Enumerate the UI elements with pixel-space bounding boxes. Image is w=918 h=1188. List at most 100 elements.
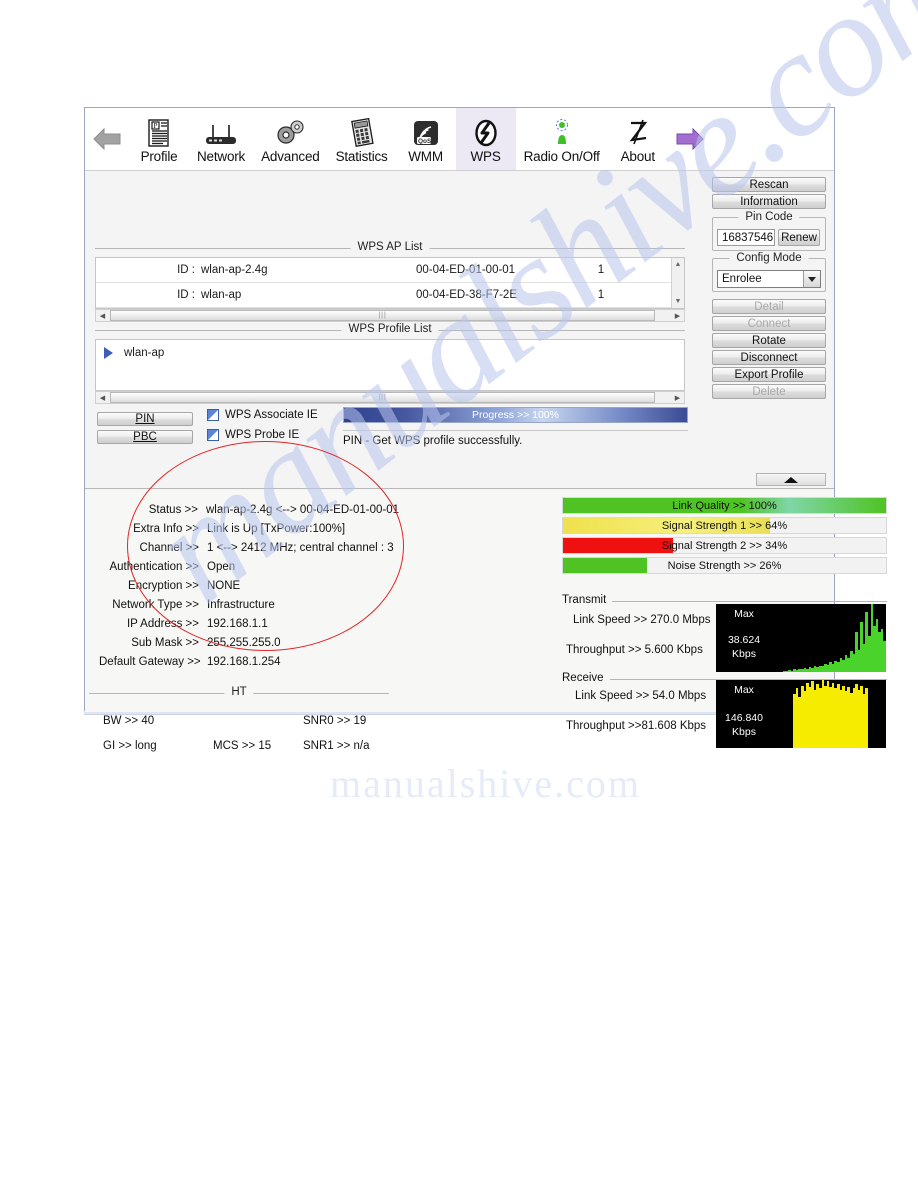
tab-about[interactable]: About xyxy=(608,108,668,170)
tab-advanced-label: Advanced xyxy=(261,148,320,164)
rescan-button[interactable]: Rescan xyxy=(712,177,826,192)
wps-profile-list[interactable]: wlan-ap xyxy=(95,339,685,391)
transmit-graph: Max 38.624 Kbps xyxy=(716,604,886,672)
signal-strength-2-label: Signal Strength 2 >> 34% xyxy=(661,539,788,552)
tab-statistics-label: Statistics xyxy=(335,148,388,164)
disconnect-button[interactable]: Disconnect xyxy=(712,350,826,365)
network-type-label: Network Type >> xyxy=(112,598,199,611)
tab-network[interactable]: Network xyxy=(189,108,253,170)
transmit-throughput: Throughput >> 5.600 Kbps xyxy=(566,644,703,656)
scroll-down-icon[interactable]: ▼ xyxy=(672,295,684,308)
tab-profile-label: Profile xyxy=(140,148,178,164)
svg-text:P: P xyxy=(154,122,158,130)
tab-radio-on-off[interactable]: Radio On/Off xyxy=(516,108,608,170)
authentication-value: Open xyxy=(207,560,236,573)
status-row: Network Type >> Infrastructure xyxy=(99,595,399,614)
scroll-track[interactable]: ||| xyxy=(109,310,671,321)
forward-button[interactable] xyxy=(668,108,712,170)
connect-button: Connect xyxy=(712,316,826,331)
scroll-thumb[interactable]: ||| xyxy=(110,392,656,403)
tab-advanced[interactable]: Advanced xyxy=(253,108,327,170)
scroll-right-icon[interactable]: ▶ xyxy=(671,394,684,402)
ap-ssid: wlan-ap-2.4g xyxy=(201,264,268,276)
signature-icon xyxy=(624,116,652,148)
receive-graph-unit: Kbps xyxy=(732,726,756,738)
page-body: WPS AP List ID : wlan-ap-2.4g 00-04-ED-0… xyxy=(85,171,887,752)
tab-profile[interactable]: P Profile xyxy=(129,108,189,170)
tab-network-label: Network xyxy=(197,148,246,164)
receive-bars xyxy=(770,680,886,748)
config-mode-groupbox: Config Mode Enrolee xyxy=(712,252,826,292)
export-profile-button[interactable]: Export Profile xyxy=(712,367,826,382)
table-row[interactable]: ID : wlan-ap-2.4g 00-04-ED-01-00-01 1 xyxy=(96,258,684,283)
ap-mac: 00-04-ED-38-F7-2E xyxy=(416,289,517,301)
ht-details: BW >> 40 SNR0 >> 19 GI >> long MCS >> 15… xyxy=(103,708,403,758)
sub-mask-value: 255.255.255.0 xyxy=(207,636,281,649)
detail-button: Detail xyxy=(712,299,826,314)
tab-wps[interactable]: WPS xyxy=(455,108,516,170)
information-button[interactable]: Information xyxy=(712,194,826,209)
transmit-graph-value: 38.624 xyxy=(727,634,761,646)
pin-code-input[interactable]: 16837546 xyxy=(717,229,775,246)
disconnect-label: Disconnect xyxy=(740,351,798,364)
sub-mask-label: Sub Mask >> xyxy=(131,636,199,649)
progress-label: Progress >> 100% xyxy=(472,409,559,421)
network-type-value: Infrastructure xyxy=(207,598,275,611)
ap-list-horizontal-scrollbar[interactable]: ◀ ||| ▶ xyxy=(95,309,685,322)
scroll-track[interactable]: ||| xyxy=(109,392,671,403)
profile-list-horizontal-scrollbar[interactable]: ◀ ||| ▶ xyxy=(95,391,685,404)
renew-label: Renew xyxy=(781,231,817,244)
receive-graph-max-label: Max xyxy=(734,684,754,696)
ap-list-vertical-scrollbar[interactable]: ▲ ▼ xyxy=(671,258,684,308)
tab-statistics[interactable]: Statistics xyxy=(328,108,396,170)
extra-info-value: Link is Up [TxPower:100%] xyxy=(207,522,346,535)
table-row[interactable]: ID : wlan-ap 00-04-ED-38-F7-2E 1 xyxy=(96,283,684,308)
scroll-thumb[interactable]: ||| xyxy=(110,310,656,321)
pin-button[interactable]: PIN xyxy=(97,412,193,426)
signal-strength-2-fill xyxy=(563,538,673,553)
connect-label: Connect xyxy=(747,317,791,330)
transmit-graph-max-label: Max xyxy=(734,608,754,620)
scroll-left-icon[interactable]: ◀ xyxy=(96,312,109,320)
ip-address-label: IP Address >> xyxy=(126,617,199,630)
signal-strength-1-meter: Signal Strength 1 >> 64% xyxy=(562,517,887,534)
wps-panel: WPS AP List ID : wlan-ap-2.4g 00-04-ED-0… xyxy=(85,171,834,489)
noise-strength-fill xyxy=(563,558,647,573)
profile-list-title: WPS Profile List xyxy=(341,323,439,335)
renew-button[interactable]: Renew xyxy=(778,229,820,246)
tab-wmm[interactable]: QoS WMM xyxy=(396,108,456,170)
receive-link-speed: Link Speed >> 54.0 Mbps xyxy=(575,690,707,702)
qos-icon: QoS xyxy=(411,116,441,148)
status-row: Default Gateway >> 192.168.1.254 xyxy=(99,652,399,671)
config-mode-select[interactable]: Enrolee xyxy=(717,270,821,288)
rotate-button[interactable]: Rotate xyxy=(712,333,826,348)
noise-strength-meter: Noise Strength >> 26% xyxy=(562,557,887,574)
pin-button-label: PIN xyxy=(135,413,155,425)
pbc-button-label: PBC xyxy=(133,431,157,443)
list-item[interactable]: wlan-ap xyxy=(96,340,684,366)
wps-associate-ie-row[interactable]: WPS Associate IE xyxy=(207,409,318,421)
channel-label: Channel >> xyxy=(139,541,199,554)
profile-icon: P xyxy=(146,116,172,148)
checkbox-icon[interactable] xyxy=(207,429,219,441)
wps-probe-ie-row[interactable]: WPS Probe IE xyxy=(207,429,318,441)
extra-info-label: Extra Info >> xyxy=(133,522,199,535)
link-quality-meter: Link Quality >> 100% xyxy=(562,497,887,514)
ap-ssid: wlan-ap xyxy=(201,289,242,301)
ht-mcs: MCS >> 15 xyxy=(213,739,272,752)
back-button[interactable] xyxy=(85,108,129,170)
wps-ap-list[interactable]: ID : wlan-ap-2.4g 00-04-ED-01-00-01 1 ID… xyxy=(95,257,685,309)
ap-id-label: ID : xyxy=(177,264,195,276)
scroll-left-icon[interactable]: ◀ xyxy=(96,394,109,402)
pbc-button[interactable]: PBC xyxy=(97,430,193,444)
tab-about-label: About xyxy=(620,148,655,164)
collapse-panel-button[interactable] xyxy=(756,473,826,486)
ht-gi: GI >> long xyxy=(103,739,157,752)
chevron-down-icon[interactable] xyxy=(803,271,820,287)
scroll-up-icon[interactable]: ▲ xyxy=(672,258,684,271)
antenna-icon xyxy=(549,116,575,148)
scroll-right-icon[interactable]: ▶ xyxy=(671,312,684,320)
status-row: Sub Mask >> 255.255.255.0 xyxy=(99,633,399,652)
chevron-up-icon xyxy=(784,476,798,483)
checkbox-icon[interactable] xyxy=(207,409,219,421)
